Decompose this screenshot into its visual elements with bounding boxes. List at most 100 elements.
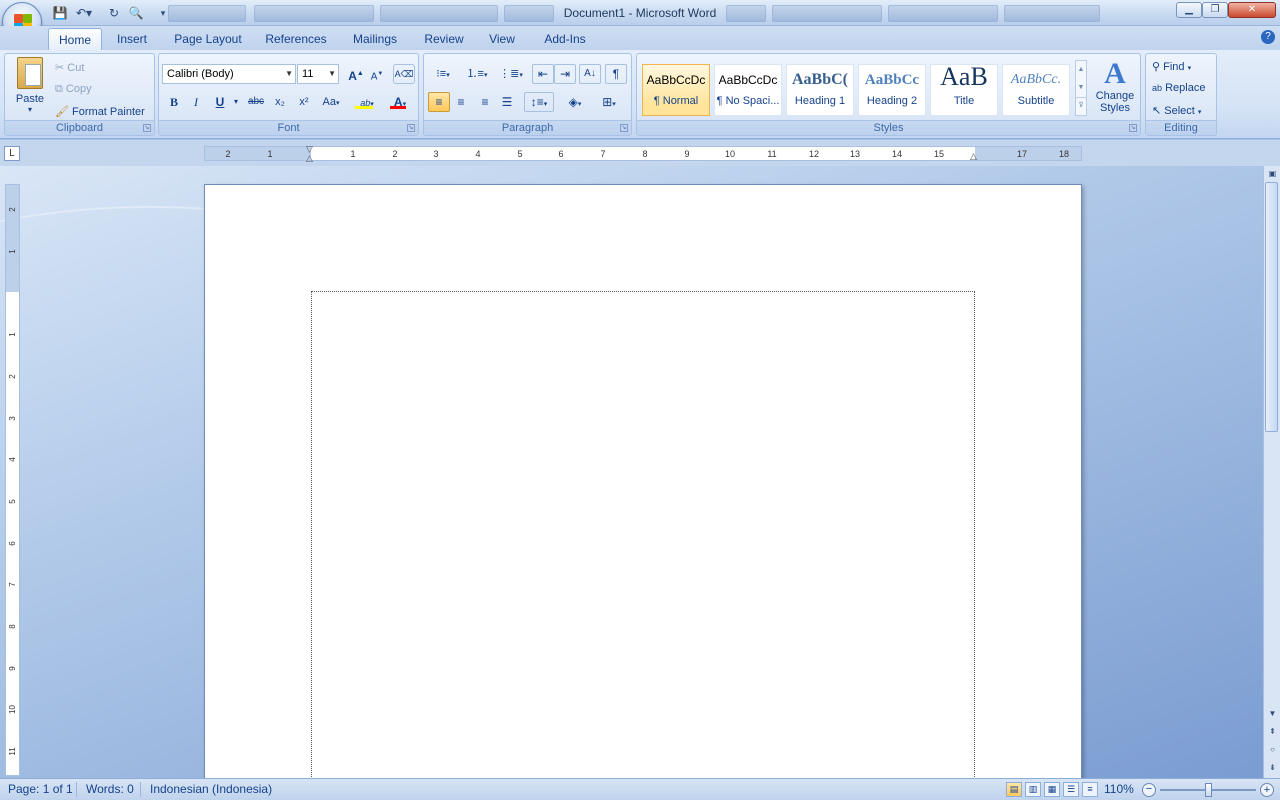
- italic-button[interactable]: I: [185, 92, 207, 112]
- first-line-indent-icon[interactable]: ▽: [306, 145, 313, 154]
- align-right-button[interactable]: ≡: [474, 92, 496, 112]
- draft-view-icon[interactable]: ≡: [1082, 782, 1098, 797]
- decrease-indent-button[interactable]: ⇤: [532, 64, 554, 84]
- tab-view[interactable]: View: [482, 28, 522, 50]
- bullet-list-icon: ⁝≡: [436, 68, 447, 80]
- multilevel-list-button[interactable]: ⋮≣▾: [496, 64, 526, 84]
- save-icon[interactable]: 💾: [52, 5, 68, 21]
- horizontal-ruler[interactable]: 2 1 1 2 3 4 5 6 7 8 9 10 11 12 13 14 15 …: [204, 145, 1082, 163]
- minimize-button[interactable]: ▁: [1176, 2, 1202, 18]
- font-size-combo[interactable]: 11 ▼: [297, 64, 339, 84]
- tab-insert[interactable]: Insert: [108, 28, 156, 50]
- print-preview-icon[interactable]: 🔍: [128, 5, 144, 21]
- font-color-button[interactable]: A▾: [385, 92, 415, 112]
- style-heading-2[interactable]: AaBbCc Heading 2: [858, 64, 926, 116]
- show-hide-button[interactable]: ¶: [605, 64, 627, 84]
- print-layout-view-icon[interactable]: ▤: [1006, 782, 1022, 797]
- page-count[interactable]: Page: 1 of 1: [8, 782, 73, 796]
- cut-button[interactable]: ✂ Cut: [55, 61, 84, 74]
- redo-icon[interactable]: ↻: [106, 5, 122, 21]
- zoom-slider-thumb[interactable]: [1205, 783, 1212, 797]
- scroll-up-icon[interactable]: ▲: [1076, 61, 1086, 79]
- tab-page-layout[interactable]: Page Layout: [168, 28, 248, 50]
- shading-button[interactable]: ◈▾: [560, 92, 590, 112]
- find-button[interactable]: ⚲ Find ▾: [1152, 60, 1191, 73]
- sort-button[interactable]: A↓: [579, 64, 601, 84]
- word-count[interactable]: Words: 0: [86, 782, 134, 796]
- text-boundary[interactable]: [311, 291, 975, 791]
- change-case-button[interactable]: Aa▾: [317, 92, 345, 112]
- paste-button[interactable]: Paste ▾: [11, 57, 49, 117]
- scroll-down-arrow-icon[interactable]: ▼: [1265, 706, 1280, 721]
- styles-gallery-scroll[interactable]: ▲ ▼ ⊽: [1075, 60, 1087, 116]
- zoom-in-icon[interactable]: +: [1260, 783, 1274, 797]
- chevron-down-icon: ▼: [285, 69, 293, 78]
- strikethrough-button[interactable]: abc: [245, 92, 267, 112]
- tab-selector-icon[interactable]: L: [4, 146, 20, 161]
- style-normal[interactable]: AaBbCcDc ¶ Normal: [642, 64, 710, 116]
- hanging-indent-icon[interactable]: △: [306, 154, 313, 163]
- tab-mailings[interactable]: Mailings: [344, 28, 406, 50]
- align-center-button[interactable]: ≡: [450, 92, 472, 112]
- gallery-more-icon[interactable]: ⊽: [1076, 97, 1086, 114]
- clipboard-launcher-icon[interactable]: ↘: [143, 124, 151, 132]
- customize-qat-icon[interactable]: ▾: [158, 5, 168, 21]
- ruler-toggle-icon[interactable]: ▣: [1265, 166, 1280, 181]
- line-spacing-button[interactable]: ↕≡▾: [524, 92, 554, 112]
- tab-references[interactable]: References: [260, 28, 332, 50]
- underline-button[interactable]: U: [209, 92, 231, 112]
- zoom-level[interactable]: 110%: [1104, 782, 1134, 796]
- replace-button[interactable]: ab Replace: [1152, 82, 1205, 94]
- paragraph-launcher-icon[interactable]: ↘: [620, 124, 628, 132]
- copy-button[interactable]: ⧉ Copy: [55, 83, 92, 96]
- ribbon: Paste ▾ ✂ Cut ⧉ Copy 🖌 Format Painter Cl…: [0, 50, 1280, 139]
- scroll-down-icon[interactable]: ▼: [1076, 79, 1086, 97]
- style-sample: AaBbCcDc: [646, 73, 706, 87]
- tab-add-ins[interactable]: Add-Ins: [534, 28, 596, 50]
- zoom-out-icon[interactable]: −: [1142, 783, 1156, 797]
- ribbon-tabs: Home Insert Page Layout References Maili…: [0, 26, 1280, 50]
- web-layout-icon[interactable]: ▦: [1044, 782, 1060, 797]
- format-painter-button[interactable]: 🖌 Format Painter: [55, 105, 145, 118]
- style-heading-1[interactable]: AaBbC( Heading 1: [786, 64, 854, 116]
- shrink-font-button[interactable]: A▼: [367, 64, 387, 84]
- underline-dropdown-icon[interactable]: ▾: [231, 92, 241, 112]
- justify-button[interactable]: ☰: [496, 92, 518, 112]
- change-styles-button[interactable]: A Change Styles: [1091, 58, 1139, 115]
- copy-label: Copy: [65, 83, 92, 95]
- style-subtitle[interactable]: AaBbCc. Subtitle: [1002, 64, 1070, 116]
- undo-icon[interactable]: ↶▾: [72, 5, 96, 21]
- language-indicator[interactable]: Indonesian (Indonesia): [150, 782, 272, 796]
- maximize-button[interactable]: ❐: [1202, 2, 1228, 18]
- font-launcher-icon[interactable]: ↘: [407, 124, 415, 132]
- style-title[interactable]: AaB Title: [930, 64, 998, 116]
- next-page-icon[interactable]: ⇟: [1265, 760, 1280, 775]
- close-button[interactable]: ✕: [1228, 2, 1276, 18]
- styles-launcher-icon[interactable]: ↘: [1129, 124, 1137, 132]
- numbering-button[interactable]: ⒈≡▾: [462, 64, 492, 84]
- select-button[interactable]: ↖ Select ▾: [1152, 104, 1201, 117]
- superscript-button[interactable]: x²: [293, 92, 315, 112]
- browse-object-icon[interactable]: ○: [1265, 742, 1280, 757]
- increase-indent-button[interactable]: ⇥: [554, 64, 576, 84]
- clear-formatting-button[interactable]: A⌫: [393, 64, 415, 84]
- borders-button[interactable]: ⊞▾: [594, 92, 624, 112]
- paragraph-group: ⁝≡▾ ⒈≡▾ ⋮≣▾ ⇤ ⇥ A↓ ¶ ≡ ≡ ≡ ☰ ↕≡▾ ◈▾ ⊞▾ P…: [423, 53, 632, 136]
- tab-review[interactable]: Review: [418, 28, 470, 50]
- right-indent-icon[interactable]: △: [970, 152, 977, 161]
- grow-font-button[interactable]: A▲: [345, 64, 367, 84]
- bold-button[interactable]: B: [163, 92, 185, 112]
- align-left-button[interactable]: ≡: [428, 92, 450, 112]
- subscript-button[interactable]: x₂: [269, 92, 291, 112]
- vertical-ruler[interactable]: 2 1 1 2 3 4 5 6 7 8 9 10 11: [5, 184, 20, 776]
- outline-view-icon[interactable]: ☰: [1063, 782, 1079, 797]
- bullets-button[interactable]: ⁝≡▾: [428, 64, 458, 84]
- previous-page-icon[interactable]: ⇞: [1265, 724, 1280, 739]
- full-screen-reading-icon[interactable]: ▥: [1025, 782, 1041, 797]
- highlight-button[interactable]: ab▾: [351, 92, 383, 112]
- scroll-thumb[interactable]: [1265, 182, 1278, 432]
- font-name-combo[interactable]: Calibri (Body) ▼: [162, 64, 296, 84]
- help-icon[interactable]: ?: [1261, 30, 1275, 44]
- style-no-spacing[interactable]: AaBbCcDc ¶ No Spaci...: [714, 64, 782, 116]
- tab-home[interactable]: Home: [48, 28, 102, 50]
